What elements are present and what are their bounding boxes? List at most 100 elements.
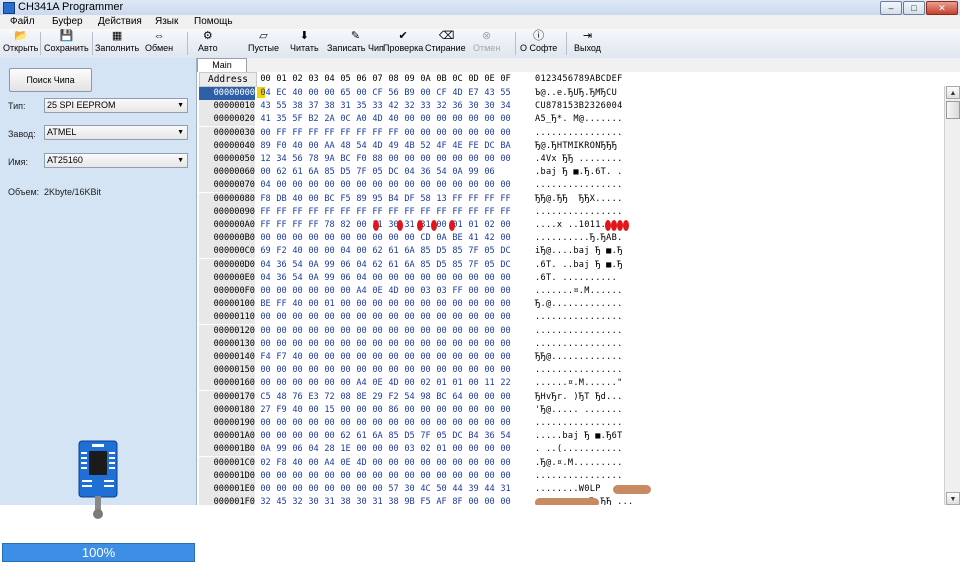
- hex-byte[interactable]: 52: [418, 140, 433, 153]
- hex-row[interactable]: 00000080 F8 DB 40 00 BC F5 89 95 B4 DF 58 13 FF FF FF FF…: [197, 192, 944, 206]
- hex-byte[interactable]: 72: [322, 391, 337, 404]
- hex-byte[interactable]: 34: [498, 100, 513, 113]
- menu-actions[interactable]: Действия: [98, 16, 142, 27]
- hex-byte[interactable]: FF: [306, 219, 321, 232]
- hex-byte[interactable]: 33: [418, 100, 433, 113]
- hex-byte[interactable]: 98: [418, 391, 433, 404]
- hex-byte[interactable]: 00: [338, 470, 353, 483]
- hex-byte[interactable]: 6A: [402, 259, 417, 272]
- hex-byte[interactable]: D5: [434, 259, 449, 272]
- hex-byte[interactable]: 32: [434, 100, 449, 113]
- hex-byte[interactable]: 9A: [322, 153, 337, 166]
- hex-byte[interactable]: 00: [258, 377, 273, 390]
- hex-byte[interactable]: FF: [258, 206, 273, 219]
- hex-byte[interactable]: 00: [386, 325, 401, 338]
- hex-byte[interactable]: 06: [482, 166, 497, 179]
- hex-byte[interactable]: 00: [274, 417, 289, 430]
- hex-byte[interactable]: 56: [386, 87, 401, 100]
- hex-row[interactable]: 000000E0 04 36 54 0A 99 06 04 00 00 00 00 00 00 00 00 00…: [197, 271, 944, 285]
- hex-byte[interactable]: 00: [466, 338, 481, 351]
- hex-byte[interactable]: 00: [450, 272, 465, 285]
- hex-byte[interactable]: 00: [418, 351, 433, 364]
- hex-byte[interactable]: 29: [370, 391, 385, 404]
- hex-byte[interactable]: 00: [290, 417, 305, 430]
- hex-byte[interactable]: FF: [322, 206, 337, 219]
- hex-byte[interactable]: 00: [402, 351, 417, 364]
- hex-byte[interactable]: 00: [370, 272, 385, 285]
- hex-byte[interactable]: 00: [434, 179, 449, 192]
- toolbar-info-button[interactable]: ⓘ О Софте: [520, 30, 557, 53]
- hex-byte[interactable]: 00: [450, 404, 465, 417]
- hex-byte[interactable]: 00: [498, 179, 513, 192]
- hex-byte[interactable]: 00: [466, 113, 481, 126]
- toolbar-blank-check-button[interactable]: ▱ Пустые: [248, 30, 279, 53]
- hex-byte[interactable]: 85: [450, 245, 465, 258]
- hex-byte[interactable]: BE: [450, 232, 465, 245]
- toolbar-fill-button[interactable]: ▦ Заполнить: [95, 30, 139, 53]
- hex-byte[interactable]: 15: [322, 404, 337, 417]
- hex-byte[interactable]: 38: [338, 496, 353, 505]
- hex-byte[interactable]: 00: [258, 430, 273, 443]
- hex-byte[interactable]: 64: [450, 391, 465, 404]
- hex-byte[interactable]: 00: [258, 285, 273, 298]
- hex-byte[interactable]: 00: [306, 377, 321, 390]
- hex-byte[interactable]: 00: [306, 193, 321, 206]
- hex-byte[interactable]: 00: [306, 404, 321, 417]
- hex-row[interactable]: 00000100 BE FF 40 00 01 00 00 00 00 00 00 00 00 00 00 00…: [197, 298, 944, 312]
- hex-row[interactable]: 00000050 12 34 56 78 9A BC F0 88 00 00 00 00 00 00 00 00…: [197, 153, 944, 166]
- hex-byte[interactable]: A4: [322, 457, 337, 470]
- hex-byte[interactable]: 85: [450, 259, 465, 272]
- hex-byte[interactable]: 85: [322, 166, 337, 179]
- hex-byte[interactable]: 4F: [434, 140, 449, 153]
- hex-byte[interactable]: 44: [482, 483, 497, 496]
- hex-byte[interactable]: 36: [274, 272, 289, 285]
- hex-byte[interactable]: 00: [274, 285, 289, 298]
- hex-byte[interactable]: 00: [306, 232, 321, 245]
- hex-row[interactable]: 00000060 00 62 61 6A 85 D5 7F 05 DC 04 36 54 0A 99 06 .b…: [197, 166, 944, 180]
- hex-byte[interactable]: 00: [338, 417, 353, 430]
- hex-byte[interactable]: 00: [482, 311, 497, 324]
- hex-byte[interactable]: 00: [450, 470, 465, 483]
- hex-byte[interactable]: 49: [386, 140, 401, 153]
- hex-byte[interactable]: 00: [354, 338, 369, 351]
- hex-byte[interactable]: 89: [354, 193, 369, 206]
- hex-byte[interactable]: 30: [306, 496, 321, 505]
- hex-byte[interactable]: 7F: [466, 245, 481, 258]
- hex-byte[interactable]: 00: [450, 457, 465, 470]
- hex-row[interactable]: 000000F0 00 00 00 00 00 00 A4 0E 4D 00 03 03 FF 00 00 00…: [197, 285, 944, 298]
- hex-byte[interactable]: 00: [482, 113, 497, 126]
- hex-byte[interactable]: 00: [274, 179, 289, 192]
- hex-byte[interactable]: 82: [338, 219, 353, 232]
- hex-row[interactable]: 00000160 00 00 00 00 00 00 A4 0E 4D 00 02 01 01 00 11 22…: [197, 377, 944, 391]
- hex-byte[interactable]: 00: [450, 351, 465, 364]
- hex-byte[interactable]: 00: [450, 311, 465, 324]
- hex-byte[interactable]: 4C: [418, 483, 433, 496]
- hex-byte[interactable]: 00: [498, 496, 513, 505]
- hex-byte[interactable]: 00: [434, 113, 449, 126]
- hex-byte[interactable]: 00: [306, 140, 321, 153]
- toolbar-erase-button[interactable]: ⌫ Стирание: [425, 30, 466, 53]
- hex-byte[interactable]: 00: [290, 377, 305, 390]
- hex-row[interactable]: 00000070 04 00 00 00 00 00 00 00 00 00 00 00 00 00 00 00…: [197, 179, 944, 193]
- hex-byte[interactable]: F4: [258, 351, 273, 364]
- hex-byte[interactable]: 0C: [338, 113, 353, 126]
- hex-byte[interactable]: 0A: [450, 166, 465, 179]
- hex-byte[interactable]: FF: [434, 206, 449, 219]
- hex-byte[interactable]: FE: [466, 140, 481, 153]
- hex-byte[interactable]: 00: [466, 457, 481, 470]
- hex-row[interactable]: 00000000 04 EC 40 00 00 65 00 CF 56 B9 00 CF 4D E7 43 55…: [197, 87, 944, 100]
- hex-byte[interactable]: 00: [322, 179, 337, 192]
- hex-byte[interactable]: 00: [274, 364, 289, 377]
- hex-byte[interactable]: 00: [322, 232, 337, 245]
- hex-byte[interactable]: 00: [306, 364, 321, 377]
- hex-byte[interactable]: 00: [498, 404, 513, 417]
- hex-byte[interactable]: 36: [274, 259, 289, 272]
- hex-byte[interactable]: 00: [386, 417, 401, 430]
- hex-row[interactable]: 000000A0FFFFFFFF788200313031310001010200…: [197, 219, 944, 232]
- hex-byte[interactable]: 00: [370, 457, 385, 470]
- hex-byte[interactable]: FF: [386, 127, 401, 140]
- hex-byte[interactable]: 04: [258, 179, 273, 192]
- hex-byte[interactable]: 00: [418, 364, 433, 377]
- hex-byte[interactable]: 00: [370, 470, 385, 483]
- hex-byte[interactable]: 00: [466, 127, 481, 140]
